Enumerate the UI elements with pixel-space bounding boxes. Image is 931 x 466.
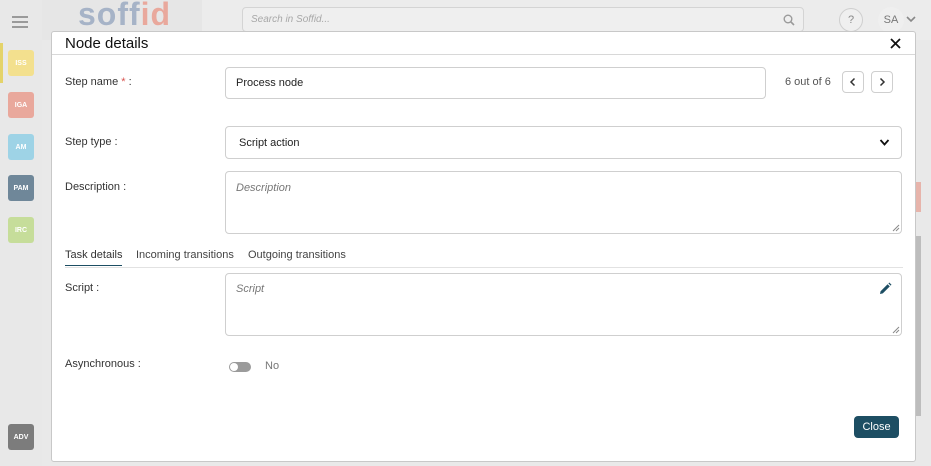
module-iss[interactable]: ISS [8, 50, 34, 76]
chevron-down-icon [879, 139, 890, 146]
user-avatar[interactable]: SA [878, 7, 904, 33]
step-type-label: Step type : [65, 136, 118, 148]
search-icon[interactable] [783, 14, 795, 26]
module-irc[interactable]: IRC [8, 217, 34, 243]
dialog-title: Node details [65, 35, 149, 52]
left-sidebar: ISS IGA AM PAM IRC ADV [0, 0, 42, 466]
previous-button[interactable] [842, 71, 864, 93]
resize-handle-icon[interactable] [892, 224, 900, 232]
description-textarea[interactable]: Description [225, 171, 902, 234]
asynchronous-state: No [265, 360, 280, 372]
tab-outgoing-transitions[interactable]: Outgoing transitions [248, 249, 346, 265]
step-name-label: Step name * : [65, 76, 132, 88]
tab-bar: Task details Incoming transitions Outgoi… [65, 248, 903, 268]
help-button[interactable]: ? [839, 8, 863, 32]
description-placeholder: Description [236, 182, 292, 194]
chevron-down-icon[interactable] [905, 14, 917, 24]
pencil-edit-icon[interactable] [878, 282, 892, 296]
module-am[interactable]: AM [8, 134, 34, 160]
node-details-dialog: Node details Step name * : Process node … [51, 31, 916, 462]
soffid-logo: soffid [78, 0, 172, 32]
step-name-input[interactable]: Process node [225, 67, 766, 99]
search-placeholder: Search in Soffid... [251, 14, 330, 25]
record-counter: 6 out of 6 [785, 76, 831, 88]
step-type-value: Script action [239, 137, 300, 149]
chevron-right-icon [879, 77, 886, 87]
next-button[interactable] [871, 71, 893, 93]
module-adv[interactable]: ADV [8, 424, 34, 450]
resize-handle-icon[interactable] [892, 326, 900, 334]
active-module-indicator [0, 43, 3, 83]
script-textarea[interactable]: Script [225, 273, 902, 336]
script-label: Script : [65, 282, 100, 294]
step-type-select[interactable]: Script action [225, 126, 902, 159]
module-iga[interactable]: IGA [8, 92, 34, 118]
module-pam[interactable]: PAM [8, 175, 34, 201]
tab-incoming-transitions[interactable]: Incoming transitions [136, 249, 234, 265]
background-scrollbar [916, 236, 921, 416]
hamburger-menu-icon[interactable] [12, 16, 28, 28]
close-button[interactable]: Close [854, 416, 899, 438]
toggle-knob [230, 363, 238, 371]
script-placeholder: Script [236, 283, 265, 295]
global-search-input[interactable]: Search in Soffid... [242, 7, 804, 32]
background-accent-strip [916, 182, 921, 212]
description-label: Description : [65, 181, 127, 193]
asynchronous-label: Asynchronous : [65, 358, 141, 370]
asynchronous-toggle[interactable] [229, 362, 251, 372]
close-icon[interactable] [890, 38, 901, 49]
dialog-header: Node details [52, 32, 915, 55]
chevron-left-icon [849, 77, 856, 87]
tab-task-details[interactable]: Task details [65, 249, 123, 266]
